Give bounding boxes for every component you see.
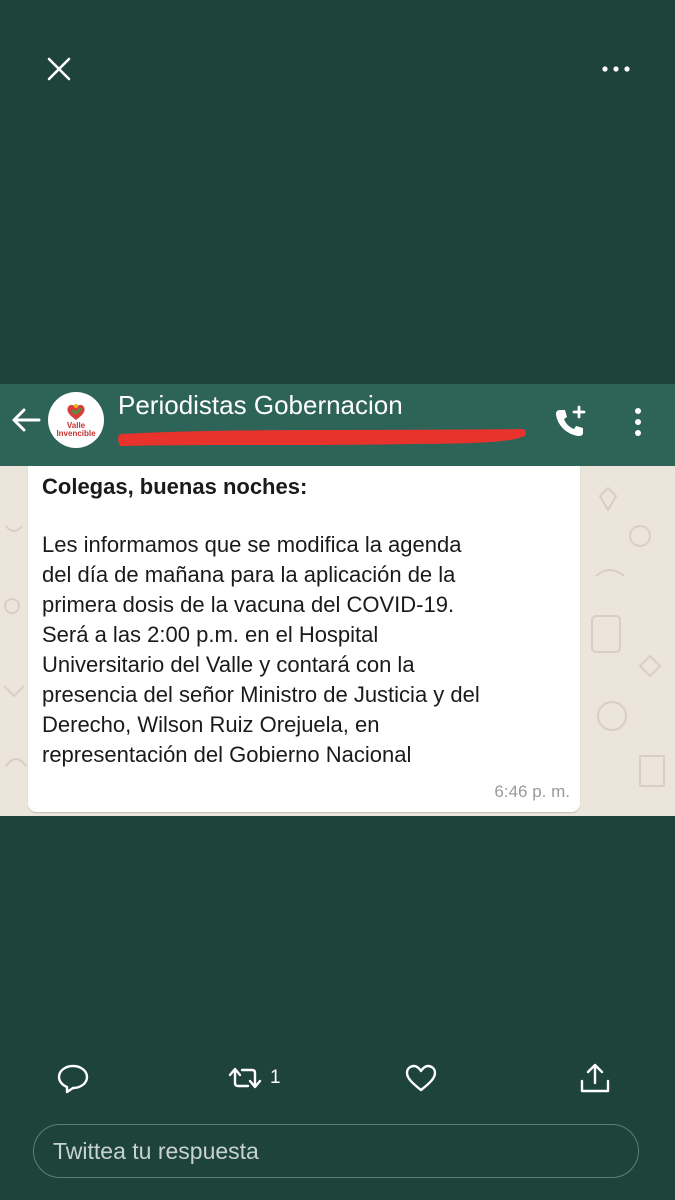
add-call-button (548, 400, 592, 444)
valle-logo-icon (67, 403, 85, 420)
retweet-button[interactable]: 1 (226, 1058, 306, 1098)
message-line: Será a las 2:00 p.m. en el Hospital (42, 622, 379, 647)
chat-menu-button (622, 402, 654, 442)
more-vertical-icon (635, 408, 641, 436)
heart-icon (405, 1064, 437, 1092)
reply-input[interactable]: Twittea tu respuesta (33, 1124, 639, 1178)
message-line: presencia del señor Ministro de Justicia… (42, 682, 480, 707)
message-line: del día de mañana para la aplicación de … (42, 562, 456, 587)
back-button (6, 400, 46, 440)
close-button[interactable] (38, 48, 80, 90)
message-greeting: Colegas, buenas noches: (42, 474, 308, 499)
arrow-left-icon (12, 408, 41, 432)
group-avatar: Valle Invencible (48, 392, 104, 448)
message-line: primera dosis de la vacuna del COVID-19. (42, 592, 455, 617)
chat-header: Valle Invencible Periodistas Gobernacion (0, 384, 675, 466)
attached-image[interactable]: Valle Invencible Periodistas Gobernacion (0, 384, 675, 816)
close-icon (47, 57, 71, 81)
message-line: Derecho, Wilson Ruiz Orejuela, en (42, 712, 380, 737)
message-line: Les informamos que se modifica la agenda (42, 532, 462, 557)
group-name: Periodistas Gobernacion (118, 390, 403, 420)
share-icon (580, 1063, 610, 1093)
message-time: 6:46 p. m. (494, 782, 570, 801)
reply-icon (57, 1064, 89, 1094)
message-bubble: Colegas, buenas noches: Les informamos q… (28, 466, 580, 812)
share-button[interactable] (578, 1058, 618, 1098)
phone-plus-icon (556, 405, 586, 436)
more-horizontal-icon (602, 66, 630, 72)
redaction-mark (118, 429, 526, 446)
message-line: Universitario del Valle y contará con la (42, 652, 415, 677)
avatar-text-line-2: Invencible (56, 428, 96, 438)
reply-input-placeholder: Twittea tu respuesta (53, 1138, 259, 1164)
reply-button[interactable] (56, 1058, 96, 1098)
more-options-button[interactable] (595, 52, 637, 86)
retweet-count: 1 (270, 1067, 281, 1088)
retweet-icon (228, 1067, 262, 1089)
like-button[interactable] (404, 1058, 444, 1098)
message-line: representación del Gobierno Nacional (42, 742, 412, 767)
